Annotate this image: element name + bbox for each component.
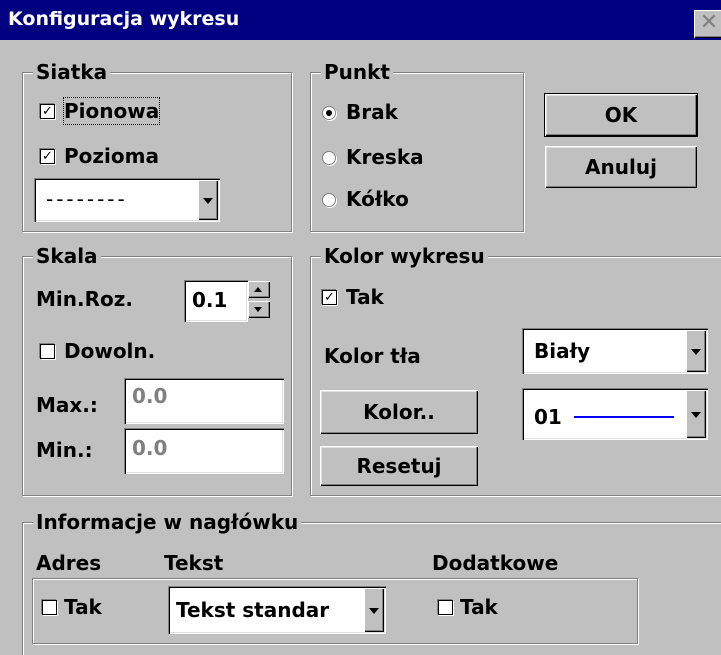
extra-column-label: Dodatkowe bbox=[432, 551, 559, 575]
chart-color-enabled-label[interactable]: Tak bbox=[346, 284, 384, 310]
min-label: Min.: bbox=[36, 438, 93, 462]
point-legend: Punkt bbox=[321, 59, 393, 85]
point-option-circle[interactable]: Kółko bbox=[346, 186, 409, 212]
text-column-label: Tekst bbox=[164, 551, 224, 575]
min-input: 0.0 bbox=[124, 428, 284, 474]
address-checkbox[interactable] bbox=[42, 600, 57, 615]
min-division-label: Min.Roz. bbox=[36, 287, 133, 311]
max-value: 0.0 bbox=[132, 384, 168, 408]
background-color-value: Biały bbox=[534, 339, 591, 363]
point-option-none[interactable]: Brak bbox=[346, 99, 398, 125]
extra-checkbox[interactable] bbox=[438, 600, 453, 615]
line-color-value: 01 bbox=[534, 405, 562, 429]
max-input: 0.0 bbox=[124, 378, 284, 424]
grid-legend: Siatka bbox=[33, 59, 111, 85]
color-button[interactable]: Kolor.. bbox=[320, 390, 478, 434]
header-info-legend: Informacje w nagłówku bbox=[33, 509, 302, 535]
chevron-down-icon[interactable] bbox=[364, 588, 384, 632]
line-color-swatch bbox=[574, 416, 674, 418]
min-division-value: 0.1 bbox=[192, 288, 228, 312]
reset-button[interactable]: Resetuj bbox=[320, 446, 478, 486]
arbitrary-scale-label[interactable]: Dowoln. bbox=[64, 338, 155, 364]
min-division-input[interactable]: 0.1 bbox=[184, 280, 248, 322]
point-option-dash[interactable]: Kreska bbox=[346, 144, 424, 170]
title-bar: Konfiguracja wykresu ✕ bbox=[0, 0, 721, 40]
max-label: Max.: bbox=[36, 393, 98, 417]
arbitrary-scale-checkbox[interactable] bbox=[40, 344, 55, 359]
header-text-value: Tekst standar bbox=[176, 598, 330, 622]
grid-line-style-select[interactable]: -------- bbox=[34, 178, 220, 222]
ok-button[interactable]: OK bbox=[544, 93, 698, 137]
chevron-down-icon[interactable] bbox=[686, 330, 706, 372]
grid-horizontal-checkbox[interactable]: ✓ bbox=[40, 149, 55, 164]
address-checkbox-label[interactable]: Tak bbox=[64, 594, 102, 620]
spin-up-icon[interactable] bbox=[248, 281, 270, 298]
grid-line-style-value: -------- bbox=[46, 187, 128, 211]
line-color-select[interactable]: 01 bbox=[522, 388, 708, 440]
chevron-down-icon[interactable] bbox=[198, 180, 218, 220]
background-color-select[interactable]: Biały bbox=[522, 328, 708, 374]
chevron-down-icon[interactable] bbox=[686, 390, 706, 438]
background-color-label: Kolor tła bbox=[324, 344, 421, 368]
close-icon: ✕ bbox=[699, 10, 719, 35]
cancel-button[interactable]: Anuluj bbox=[545, 146, 697, 188]
grid-horizontal-label[interactable]: Pozioma bbox=[64, 143, 159, 169]
point-radio-none[interactable] bbox=[322, 106, 336, 120]
header-text-select[interactable]: Tekst standar bbox=[168, 586, 386, 634]
grid-vertical-label[interactable]: Pionowa bbox=[62, 97, 161, 125]
point-radio-dash[interactable] bbox=[322, 151, 336, 165]
chart-color-enabled-checkbox[interactable]: ✓ bbox=[322, 290, 337, 305]
min-value: 0.0 bbox=[132, 436, 168, 460]
extra-checkbox-label[interactable]: Tak bbox=[460, 594, 498, 620]
point-radio-circle[interactable] bbox=[322, 193, 336, 207]
chart-color-legend: Kolor wykresu bbox=[321, 243, 488, 269]
close-button[interactable]: ✕ bbox=[694, 10, 721, 38]
grid-vertical-checkbox[interactable]: ✓ bbox=[40, 104, 55, 119]
address-column-label: Adres bbox=[36, 551, 102, 575]
radio-selected-dot bbox=[326, 110, 332, 116]
spin-down-icon[interactable] bbox=[248, 301, 270, 318]
window-title: Konfiguracja wykresu bbox=[8, 8, 240, 30]
scale-legend: Skala bbox=[33, 243, 101, 269]
